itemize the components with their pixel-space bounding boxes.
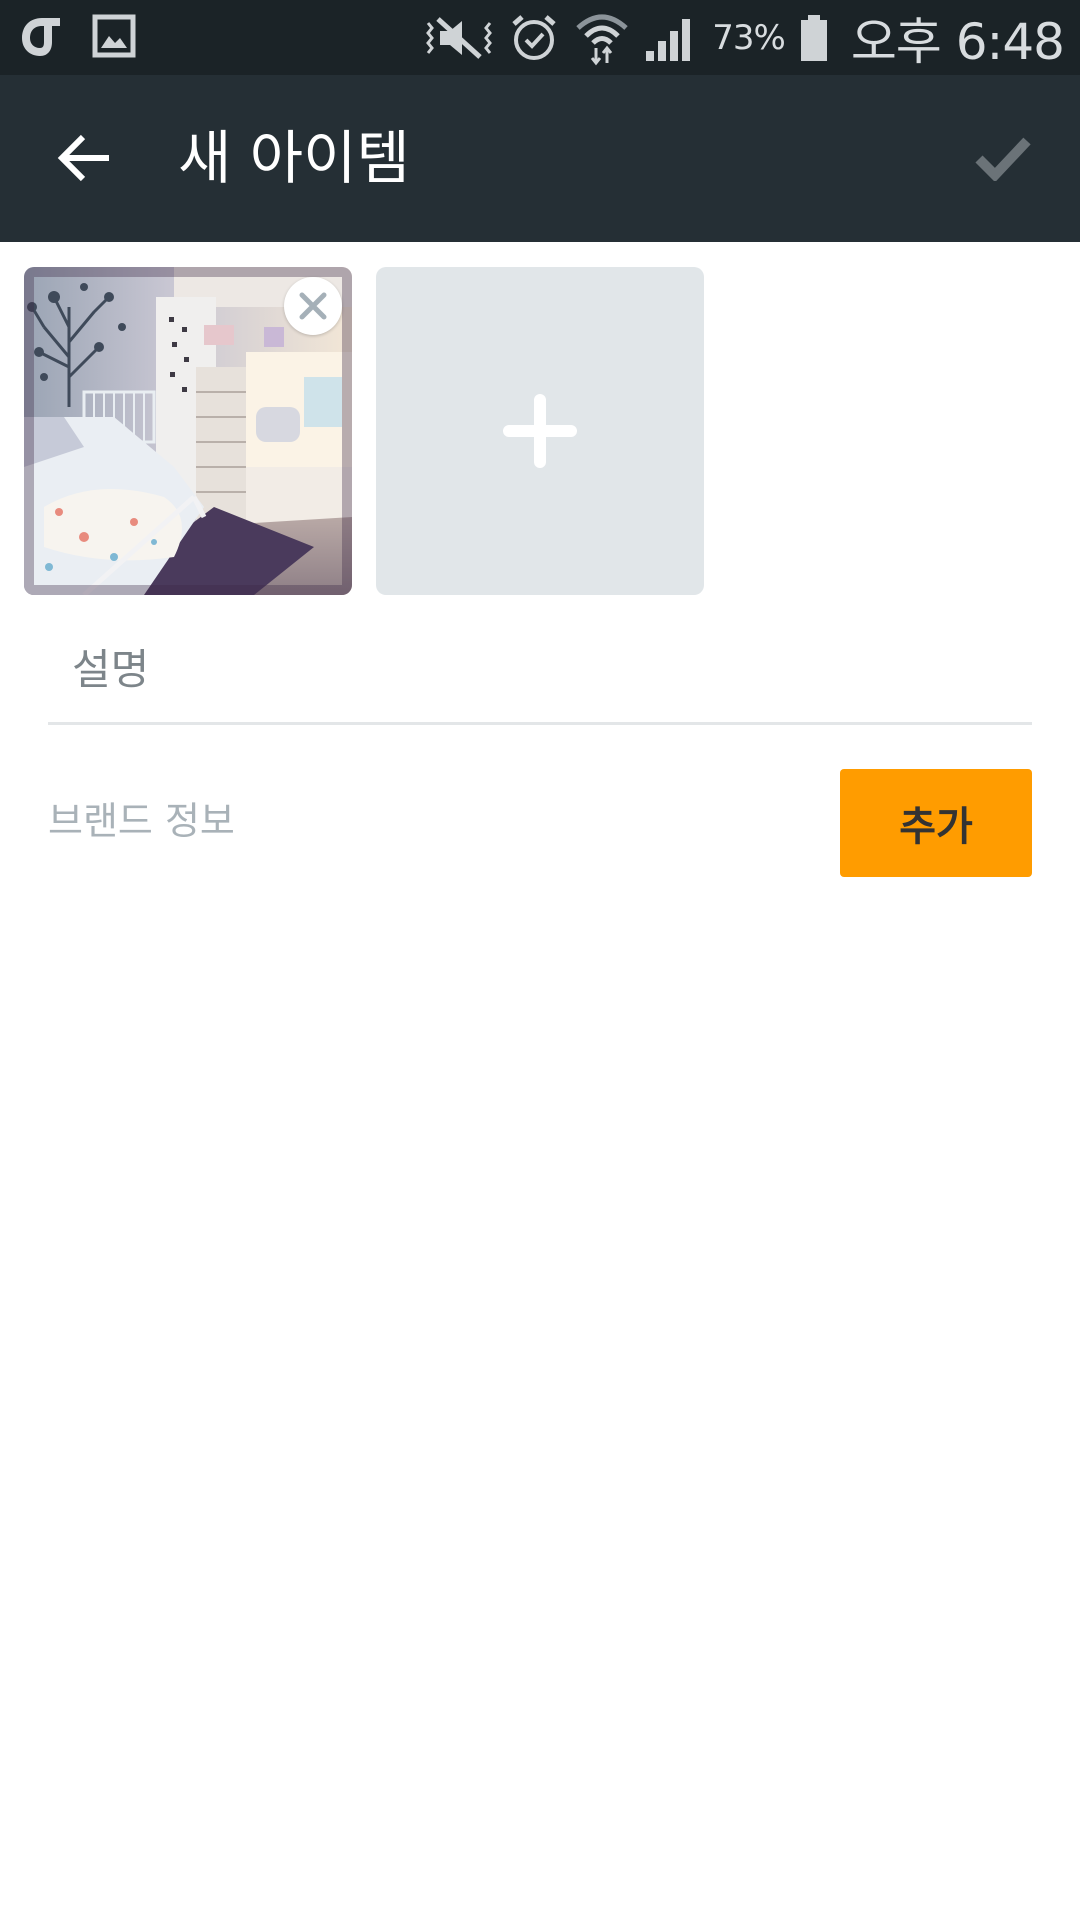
vibrate-mute-icon	[426, 16, 493, 59]
page-title: 새 아이템	[178, 124, 410, 192]
photo-remove-button[interactable]	[284, 277, 342, 335]
alarm-icon	[512, 14, 556, 60]
brand-info-input[interactable]	[48, 766, 808, 876]
confirm-button[interactable]	[970, 127, 1036, 189]
arrow-back-icon	[57, 134, 109, 182]
wifi-icon	[576, 14, 628, 65]
add-photo-button[interactable]	[376, 267, 704, 595]
app-bar: 새 아이템	[0, 75, 1080, 242]
photo-thumbnail[interactable]	[24, 267, 352, 595]
signal-icon	[646, 18, 691, 61]
battery-percent: 73%	[712, 17, 786, 58]
close-icon	[299, 292, 327, 320]
description-field[interactable]: 설명	[72, 636, 149, 697]
status-bar-left	[18, 12, 136, 60]
back-button[interactable]	[50, 127, 120, 189]
add-brand-button[interactable]: 추가	[840, 769, 1032, 877]
status-bar: 73% 오후 6:48	[0, 0, 1080, 75]
clock-time: 오후 6:48	[850, 12, 1065, 71]
app-notification-icon	[22, 18, 60, 56]
description-divider	[48, 722, 1032, 725]
gallery-icon	[92, 14, 136, 58]
check-icon	[975, 137, 1031, 181]
status-bar-right: 73% 오후 6:48	[424, 0, 1065, 75]
battery-icon	[800, 14, 827, 61]
plus-icon	[503, 394, 577, 468]
